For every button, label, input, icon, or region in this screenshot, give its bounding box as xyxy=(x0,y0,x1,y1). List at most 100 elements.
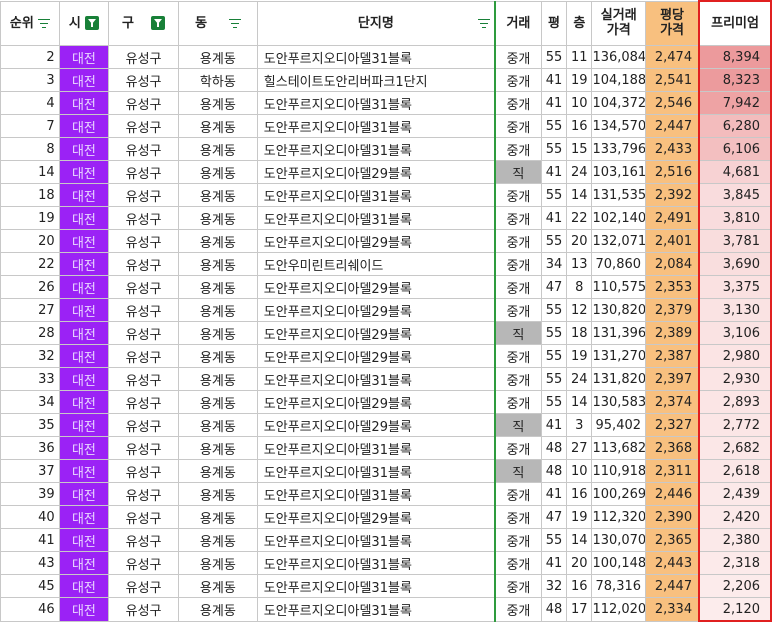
filter-active-icon[interactable] xyxy=(84,16,99,31)
header-dong[interactable]: 동 xyxy=(177,0,258,46)
area-cell[interactable]: 55 xyxy=(540,298,568,322)
rank-cell[interactable]: 19 xyxy=(0,206,60,230)
dong-cell[interactable]: 용계동 xyxy=(177,160,258,184)
floor-cell[interactable]: 14 xyxy=(566,390,593,414)
deal-type-cell[interactable]: 중개 xyxy=(493,367,542,391)
floor-cell[interactable]: 12 xyxy=(566,298,593,322)
unit-price-cell[interactable]: 2,433 xyxy=(645,137,700,161)
city-cell[interactable]: 대전 xyxy=(58,574,110,598)
premium-cell[interactable]: 2,120 xyxy=(698,597,772,622)
dong-cell[interactable]: 학하동 xyxy=(177,68,258,92)
rank-cell[interactable]: 4 xyxy=(0,91,60,115)
area-cell[interactable]: 55 xyxy=(540,528,568,552)
dong-cell[interactable]: 용계동 xyxy=(177,275,258,299)
district-cell[interactable]: 유성구 xyxy=(108,275,179,299)
unit-price-cell[interactable]: 2,390 xyxy=(645,505,700,529)
premium-cell[interactable]: 8,323 xyxy=(698,68,772,92)
premium-cell[interactable]: 6,106 xyxy=(698,137,772,161)
deal-type-cell[interactable]: 중개 xyxy=(493,45,542,69)
premium-cell[interactable]: 3,106 xyxy=(698,321,772,345)
premium-cell[interactable]: 3,690 xyxy=(698,252,772,276)
dong-cell[interactable]: 용계동 xyxy=(177,528,258,552)
district-cell[interactable]: 유성구 xyxy=(108,206,179,230)
district-cell[interactable]: 유성구 xyxy=(108,137,179,161)
area-cell[interactable]: 41 xyxy=(540,91,568,115)
district-cell[interactable]: 유성구 xyxy=(108,482,179,506)
complex-name-cell[interactable]: 도안푸르지오디아델31블록 xyxy=(256,528,496,552)
area-cell[interactable]: 55 xyxy=(540,137,568,161)
unit-price-cell[interactable]: 2,084 xyxy=(645,252,700,276)
city-cell[interactable]: 대전 xyxy=(58,344,110,368)
filter-menu-icon[interactable] xyxy=(477,18,490,28)
floor-cell[interactable]: 11 xyxy=(566,45,593,69)
dong-cell[interactable]: 용계동 xyxy=(177,45,258,69)
floor-cell[interactable]: 3 xyxy=(566,413,593,437)
district-cell[interactable]: 유성구 xyxy=(108,68,179,92)
rank-cell[interactable]: 41 xyxy=(0,528,60,552)
dong-cell[interactable]: 용계동 xyxy=(177,252,258,276)
city-cell[interactable]: 대전 xyxy=(58,597,110,622)
rank-cell[interactable]: 8 xyxy=(0,137,60,161)
real-price-cell[interactable]: 70,860 xyxy=(591,252,647,276)
complex-name-cell[interactable]: 도안푸르지오디아델29블록 xyxy=(256,390,496,414)
area-cell[interactable]: 41 xyxy=(540,68,568,92)
deal-type-cell[interactable]: 중개 xyxy=(493,229,542,253)
unit-price-cell[interactable]: 2,379 xyxy=(645,298,700,322)
rank-cell[interactable]: 39 xyxy=(0,482,60,506)
floor-cell[interactable]: 14 xyxy=(566,183,593,207)
dong-cell[interactable]: 용계동 xyxy=(177,413,258,437)
city-cell[interactable]: 대전 xyxy=(58,137,110,161)
rank-cell[interactable]: 33 xyxy=(0,367,60,391)
premium-cell[interactable]: 3,781 xyxy=(698,229,772,253)
deal-type-cell[interactable]: 직 xyxy=(493,160,542,184)
unit-price-cell[interactable]: 2,474 xyxy=(645,45,700,69)
floor-cell[interactable]: 16 xyxy=(566,574,593,598)
city-cell[interactable]: 대전 xyxy=(58,91,110,115)
district-cell[interactable]: 유성구 xyxy=(108,367,179,391)
premium-cell[interactable]: 2,318 xyxy=(698,551,772,575)
district-cell[interactable]: 유성구 xyxy=(108,597,179,622)
district-cell[interactable]: 유성구 xyxy=(108,574,179,598)
header-area[interactable]: 평 xyxy=(540,0,568,46)
unit-price-cell[interactable]: 2,447 xyxy=(645,574,700,598)
rank-cell[interactable]: 14 xyxy=(0,160,60,184)
city-cell[interactable]: 대전 xyxy=(58,551,110,575)
area-cell[interactable]: 55 xyxy=(540,367,568,391)
unit-price-cell[interactable]: 2,447 xyxy=(645,114,700,138)
city-cell[interactable]: 대전 xyxy=(58,367,110,391)
area-cell[interactable]: 55 xyxy=(540,321,568,345)
premium-cell[interactable]: 3,845 xyxy=(698,183,772,207)
unit-price-cell[interactable]: 2,334 xyxy=(645,597,700,622)
premium-cell[interactable]: 3,375 xyxy=(698,275,772,299)
area-cell[interactable]: 55 xyxy=(540,45,568,69)
real-price-cell[interactable]: 131,535 xyxy=(591,183,647,207)
unit-price-cell[interactable]: 2,443 xyxy=(645,551,700,575)
premium-cell[interactable]: 2,930 xyxy=(698,367,772,391)
unit-price-cell[interactable]: 2,397 xyxy=(645,367,700,391)
area-cell[interactable]: 41 xyxy=(540,206,568,230)
header-floor[interactable]: 층 xyxy=(566,0,593,46)
rank-cell[interactable]: 26 xyxy=(0,275,60,299)
district-cell[interactable]: 유성구 xyxy=(108,91,179,115)
real-price-cell[interactable]: 78,316 xyxy=(591,574,647,598)
dong-cell[interactable]: 용계동 xyxy=(177,344,258,368)
deal-type-cell[interactable]: 중개 xyxy=(493,275,542,299)
real-price-cell[interactable]: 112,320 xyxy=(591,505,647,529)
city-cell[interactable]: 대전 xyxy=(58,252,110,276)
dong-cell[interactable]: 용계동 xyxy=(177,298,258,322)
deal-type-cell[interactable]: 중개 xyxy=(493,137,542,161)
city-cell[interactable]: 대전 xyxy=(58,68,110,92)
filter-menu-icon[interactable] xyxy=(37,18,50,29)
district-cell[interactable]: 유성구 xyxy=(108,183,179,207)
city-cell[interactable]: 대전 xyxy=(58,321,110,345)
area-cell[interactable]: 34 xyxy=(540,252,568,276)
floor-cell[interactable]: 14 xyxy=(566,528,593,552)
premium-cell[interactable]: 2,772 xyxy=(698,413,772,437)
real-price-cell[interactable]: 113,682 xyxy=(591,436,647,460)
deal-type-cell[interactable]: 중개 xyxy=(493,183,542,207)
unit-price-cell[interactable]: 2,311 xyxy=(645,459,700,483)
complex-name-cell[interactable]: 도안푸르지오디아델29블록 xyxy=(256,321,496,345)
floor-cell[interactable]: 20 xyxy=(566,229,593,253)
district-cell[interactable]: 유성구 xyxy=(108,551,179,575)
city-cell[interactable]: 대전 xyxy=(58,45,110,69)
